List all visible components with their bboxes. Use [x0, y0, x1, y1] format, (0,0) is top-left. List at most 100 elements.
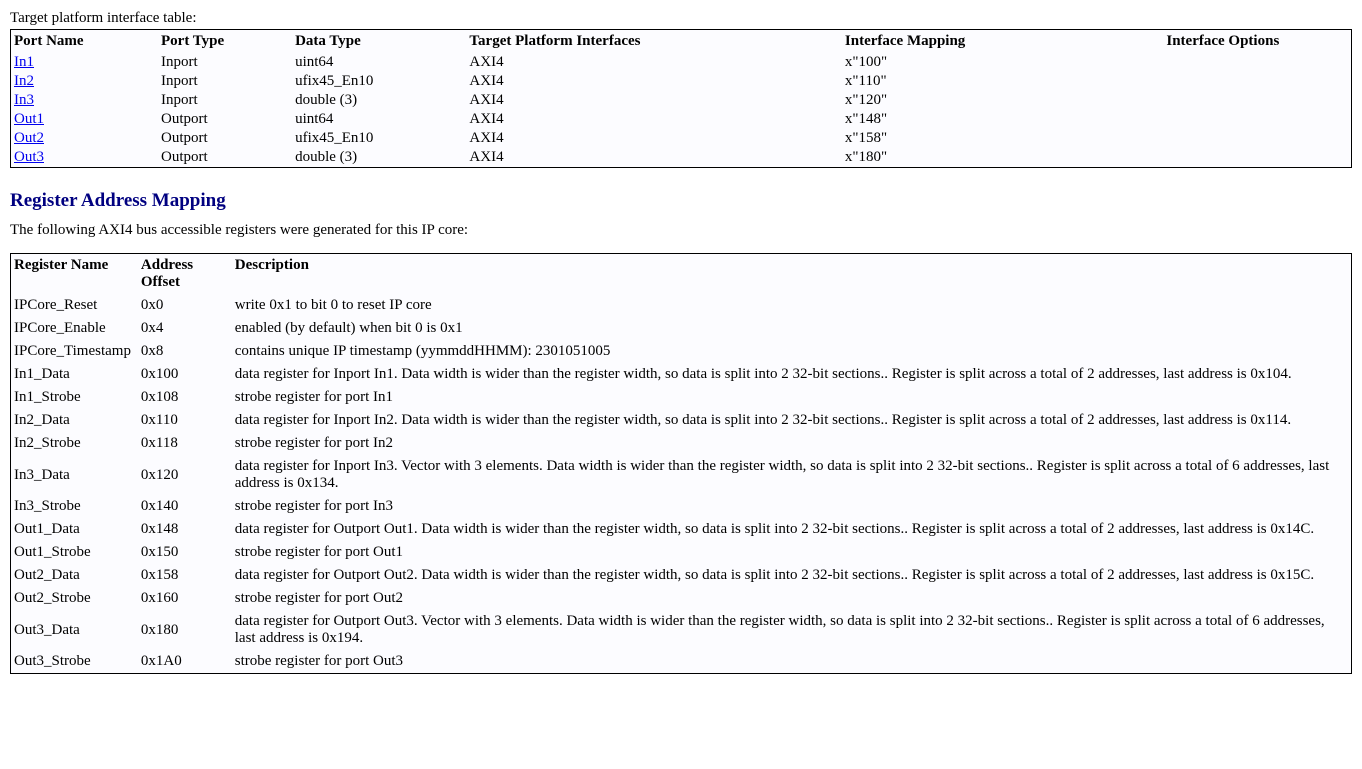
- table-row: In2_Strobe0x118strobe register for port …: [11, 432, 1352, 455]
- cell: double (3): [292, 91, 466, 110]
- cell: [1097, 53, 1352, 72]
- col-address-offset: Address Offset: [138, 254, 232, 295]
- table-row: Out2_Strobe0x160strobe register for port…: [11, 587, 1352, 610]
- port-link[interactable]: In2: [14, 73, 34, 89]
- cell: 0x140: [138, 495, 232, 518]
- cell: Out3_Strobe: [11, 650, 138, 674]
- cell: [1097, 129, 1352, 148]
- col-register-name: Register Name: [11, 254, 138, 295]
- cell: In1_Data: [11, 363, 138, 386]
- table-row: In3_Data0x120data register for Inport In…: [11, 455, 1352, 495]
- cell: In2_Strobe: [11, 432, 138, 455]
- interface-table: Port Name Port Type Data Type Target Pla…: [10, 29, 1352, 168]
- col-target-interfaces: Target Platform Interfaces: [466, 30, 841, 54]
- col-data-type: Data Type: [292, 30, 466, 54]
- cell: x"120": [842, 91, 1097, 110]
- cell: double (3): [292, 148, 466, 168]
- cell: AXI4: [466, 91, 841, 110]
- table-row: Out1_Data0x148data register for Outport …: [11, 518, 1352, 541]
- interface-table-label: Target platform interface table:: [10, 10, 1352, 27]
- section-title-register-address-mapping: Register Address Mapping: [10, 190, 1352, 212]
- cell: Out2_Strobe: [11, 587, 138, 610]
- col-description: Description: [232, 254, 1352, 295]
- cell: data register for Outport Out3. Vector w…: [232, 610, 1352, 650]
- table-row: In2_Data0x110data register for Inport In…: [11, 409, 1352, 432]
- port-link[interactable]: In1: [14, 54, 34, 70]
- table-row: In1_Data0x100data register for Inport In…: [11, 363, 1352, 386]
- cell: In2_Data: [11, 409, 138, 432]
- cell: x"180": [842, 148, 1097, 168]
- cell: x"110": [842, 72, 1097, 91]
- table-row: Out3 Outportdouble (3)AXI4x"180": [11, 148, 1352, 168]
- col-port-name: Port Name: [11, 30, 159, 54]
- cell: Outport: [158, 148, 292, 168]
- cell: In1_Strobe: [11, 386, 138, 409]
- cell: IPCore_Enable: [11, 317, 138, 340]
- cell: 0x160: [138, 587, 232, 610]
- cell: 0x100: [138, 363, 232, 386]
- cell: strobe register for port In2: [232, 432, 1352, 455]
- cell: uint64: [292, 53, 466, 72]
- cell: 0x120: [138, 455, 232, 495]
- cell: AXI4: [466, 148, 841, 168]
- cell: Inport: [158, 72, 292, 91]
- port-link[interactable]: Out2: [14, 130, 44, 146]
- table-row: IPCore_Timestamp0x8contains unique IP ti…: [11, 340, 1352, 363]
- cell: data register for Inport In3. Vector wit…: [232, 455, 1352, 495]
- table-row: Out1Outportuint64AXI4x"148": [11, 110, 1352, 129]
- cell: IPCore_Reset: [11, 294, 138, 317]
- port-link[interactable]: In3: [14, 92, 34, 108]
- cell: Outport: [158, 129, 292, 148]
- cell: Outport: [158, 110, 292, 129]
- cell: x"158": [842, 129, 1097, 148]
- port-link[interactable]: Out3: [14, 149, 44, 165]
- cell: AXI4: [466, 129, 841, 148]
- cell: 0x108: [138, 386, 232, 409]
- cell: In3_Data: [11, 455, 138, 495]
- col-interface-options: Interface Options: [1097, 30, 1352, 54]
- cell: [1097, 110, 1352, 129]
- table-row: Out3_Strobe0x1A0strobe register for port…: [11, 650, 1352, 674]
- cell: AXI4: [466, 53, 841, 72]
- table-row: In3_Strobe0x140strobe register for port …: [11, 495, 1352, 518]
- cell: IPCore_Timestamp: [11, 340, 138, 363]
- table-row: Out2_Data0x158data register for Outport …: [11, 564, 1352, 587]
- cell: write 0x1 to bit 0 to reset IP core: [232, 294, 1352, 317]
- table-row: In3 Inportdouble (3)AXI4x"120": [11, 91, 1352, 110]
- port-link[interactable]: Out1: [14, 111, 44, 127]
- cell: x"100": [842, 53, 1097, 72]
- cell: strobe register for port In1: [232, 386, 1352, 409]
- cell: Out1_Strobe: [11, 541, 138, 564]
- cell: data register for Inport In2. Data width…: [232, 409, 1352, 432]
- cell: contains unique IP timestamp (yymmddHHMM…: [232, 340, 1352, 363]
- section-intro: The following AXI4 bus accessible regist…: [10, 222, 1352, 239]
- cell: [1097, 91, 1352, 110]
- table-row: IPCore_Reset0x0write 0x1 to bit 0 to res…: [11, 294, 1352, 317]
- cell: enabled (by default) when bit 0 is 0x1: [232, 317, 1352, 340]
- cell: AXI4: [466, 110, 841, 129]
- cell: Out1_Data: [11, 518, 138, 541]
- cell: Inport: [158, 53, 292, 72]
- cell: 0x110: [138, 409, 232, 432]
- cell: 0x4: [138, 317, 232, 340]
- table-row: In1 Inportuint64AXI4x"100": [11, 53, 1352, 72]
- cell: 0x118: [138, 432, 232, 455]
- cell: In3_Strobe: [11, 495, 138, 518]
- interface-table-header-row: Port Name Port Type Data Type Target Pla…: [11, 30, 1352, 54]
- col-interface-mapping: Interface Mapping: [842, 30, 1097, 54]
- register-table-header-row: Register Name Address Offset Description: [11, 254, 1352, 295]
- cell: x"148": [842, 110, 1097, 129]
- cell: data register for Outport Out2. Data wid…: [232, 564, 1352, 587]
- cell: 0x0: [138, 294, 232, 317]
- cell: data register for Inport In1. Data width…: [232, 363, 1352, 386]
- cell: 0x150: [138, 541, 232, 564]
- cell: 0x180: [138, 610, 232, 650]
- cell: data register for Outport Out1. Data wid…: [232, 518, 1352, 541]
- cell: 0x158: [138, 564, 232, 587]
- col-port-type: Port Type: [158, 30, 292, 54]
- table-row: Out3_Data0x180data register for Outport …: [11, 610, 1352, 650]
- cell: 0x1A0: [138, 650, 232, 674]
- cell: Inport: [158, 91, 292, 110]
- cell: Out2_Data: [11, 564, 138, 587]
- cell: strobe register for port In3: [232, 495, 1352, 518]
